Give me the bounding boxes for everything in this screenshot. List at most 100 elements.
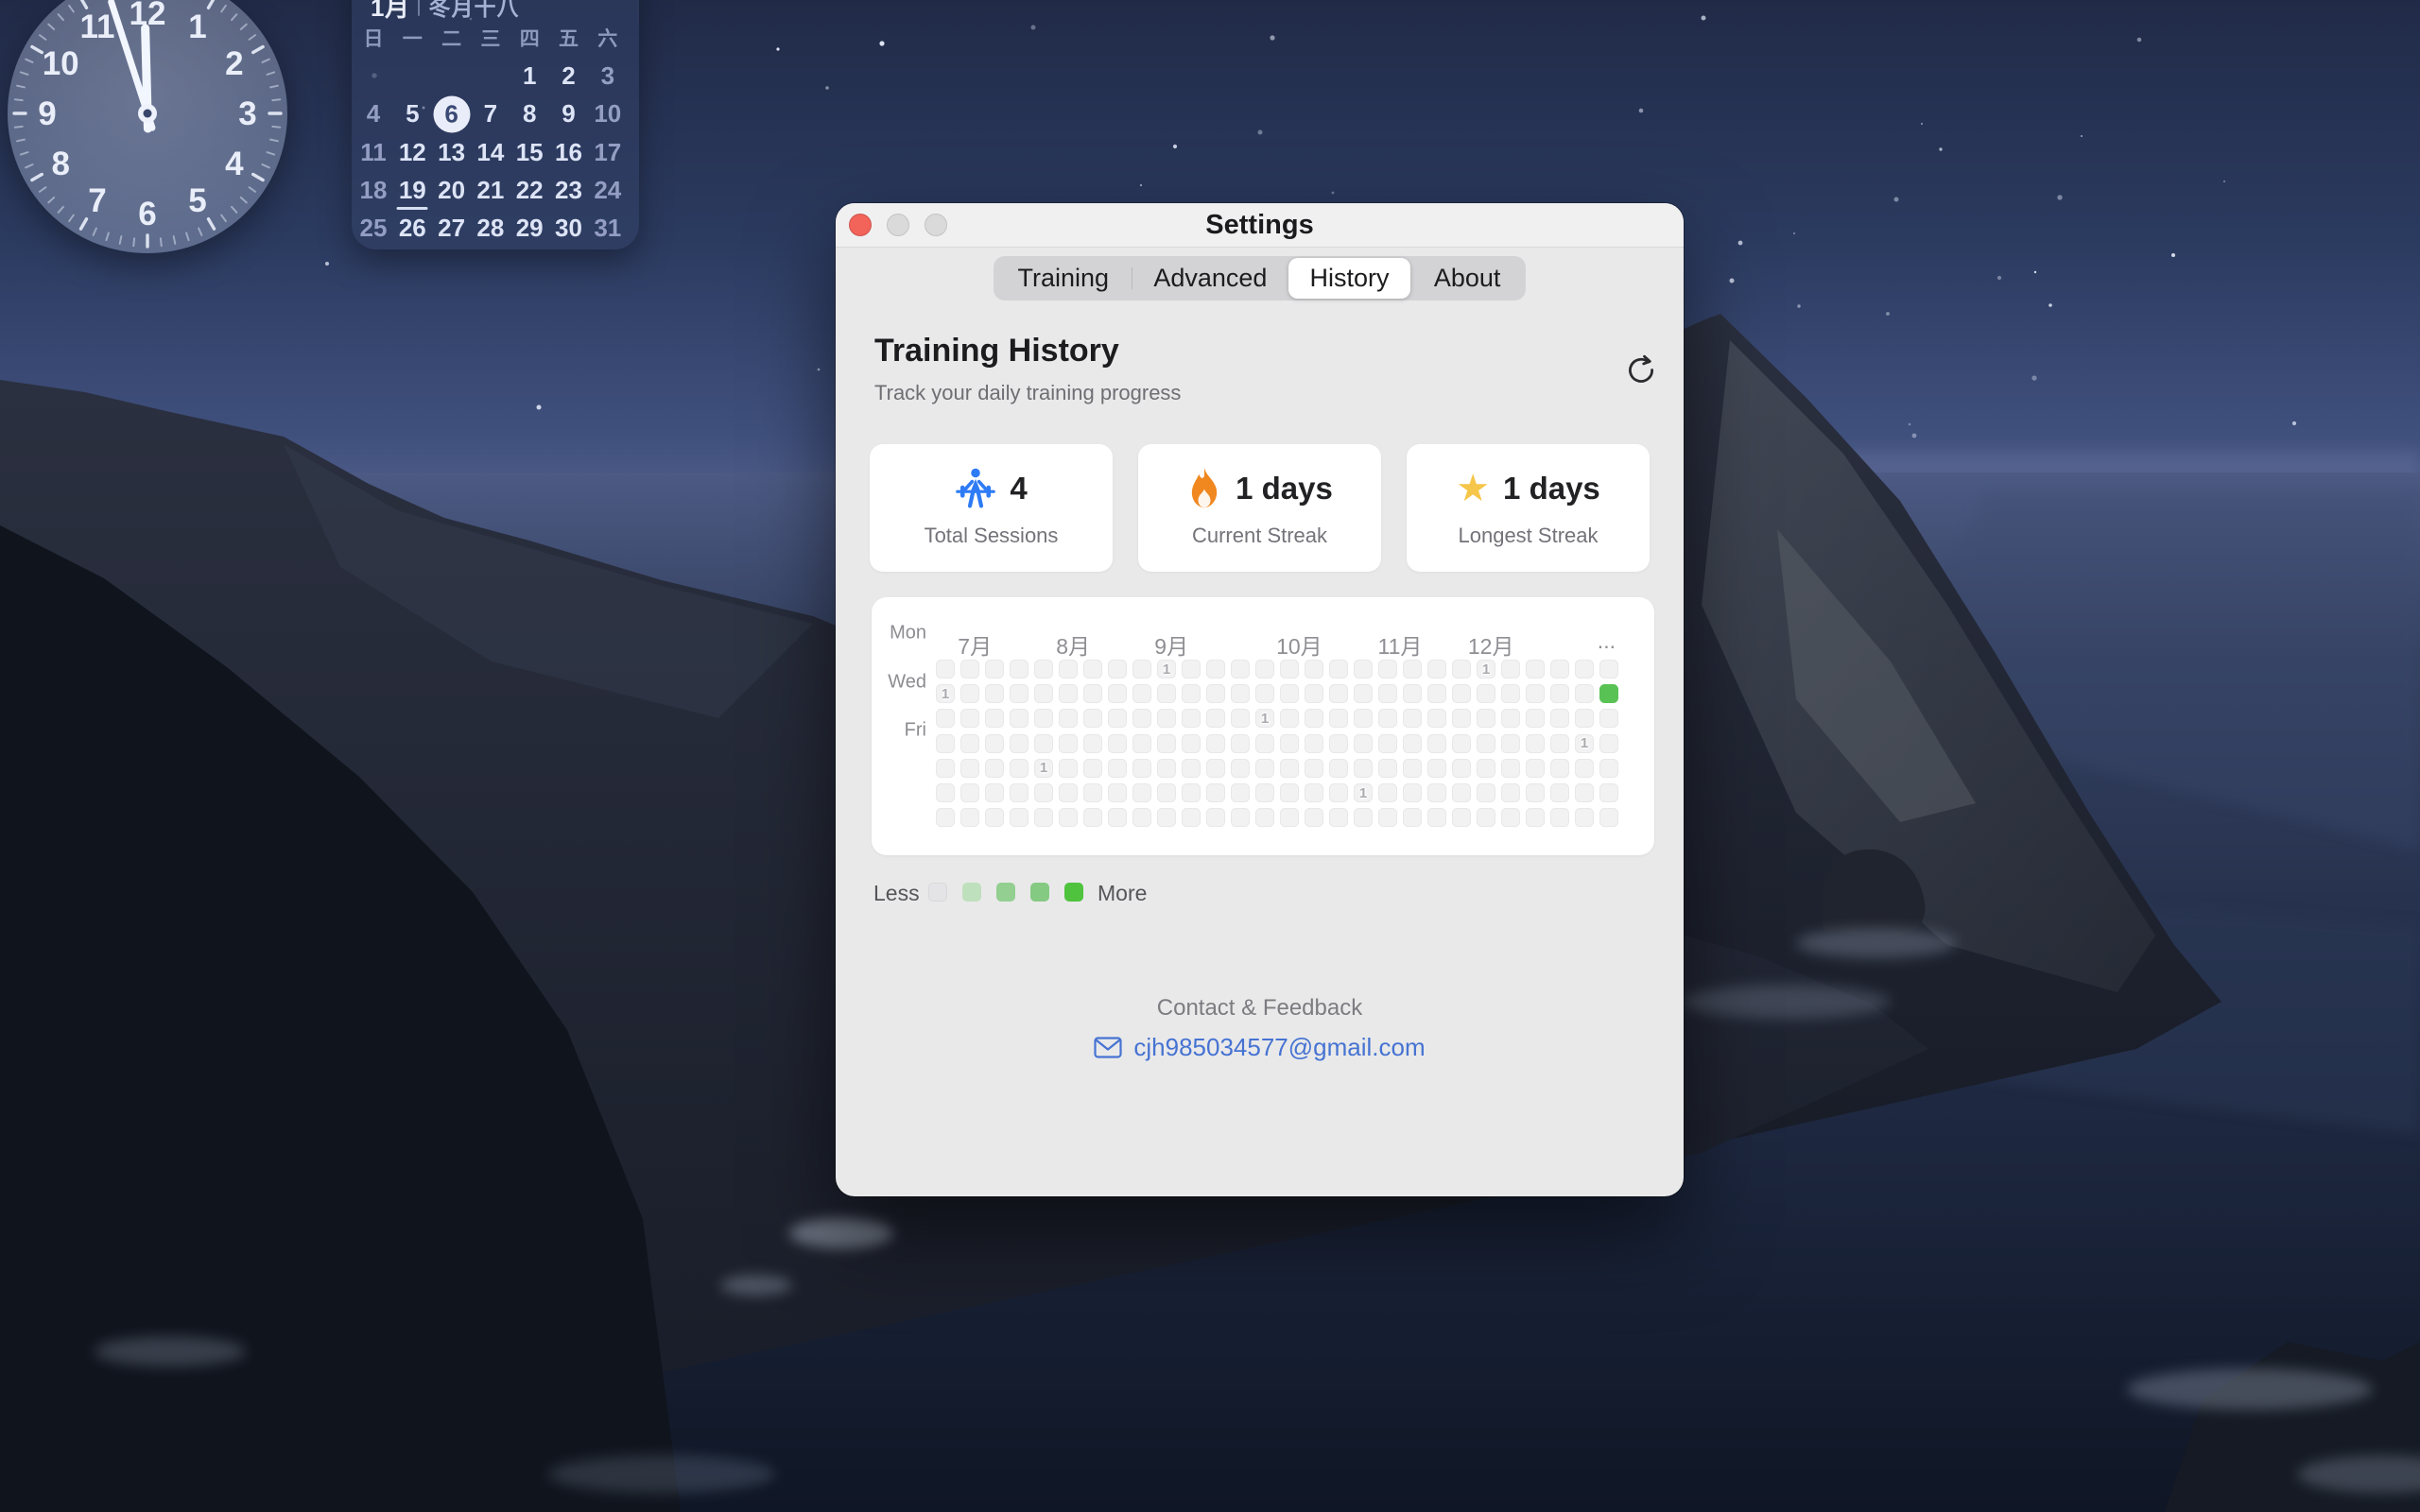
email-link[interactable]: cjh985034577@gmail.com: [836, 1031, 1684, 1063]
heatmap-cell: [1403, 684, 1422, 703]
heatmap-cell: [1157, 734, 1176, 753]
star: [1173, 145, 1177, 148]
heatmap-cell: [1452, 759, 1471, 778]
heatmap-cell: [1231, 709, 1250, 728]
tab-training[interactable]: Training: [995, 258, 1132, 299]
clock-tick: [32, 175, 42, 180]
calendar-day: 5: [393, 97, 431, 131]
heatmap-cell: [936, 808, 955, 827]
heatmap-cell: [1501, 783, 1520, 802]
stat-label: Longest Streak: [1407, 522, 1650, 550]
heatmap-cell: [1010, 808, 1028, 827]
clock-tick: [186, 232, 188, 240]
heatmap-cell: [1599, 808, 1618, 827]
star: [2171, 253, 2175, 257]
heatmap-cell: [1132, 783, 1151, 802]
heatmap-cell: [1255, 783, 1274, 802]
heatmap-cell: [1280, 808, 1299, 827]
heatmap-cell: [1132, 684, 1151, 703]
heatmap-day-label: Fri: [872, 720, 926, 742]
contact-heading: Contact & Feedback: [836, 995, 1684, 1022]
minimize-button[interactable]: [887, 214, 909, 236]
heatmap-cell: [1427, 734, 1446, 753]
heatmap-cell: [1059, 808, 1078, 827]
heatmap-cell: [1182, 709, 1201, 728]
star: [1258, 130, 1263, 135]
heatmap-cell: 1: [936, 684, 955, 703]
calendar-day: 21: [472, 174, 510, 208]
heatmap-cell: [960, 660, 979, 679]
training-heatmap-card: MonWedFri7月8月9月10月11月12月...1111111: [872, 597, 1654, 855]
heatmap-cell: [960, 783, 979, 802]
heatmap-cell: [1452, 808, 1471, 827]
heatmap-cell: [1378, 734, 1397, 753]
heatmap-cell: [1034, 808, 1053, 827]
heatmap-cell: [1550, 709, 1569, 728]
heatmap-cell: [1477, 808, 1495, 827]
window-title: Settings: [836, 203, 1684, 248]
zoom-button[interactable]: [925, 214, 947, 236]
calendar-day: 3: [589, 59, 627, 93]
heatmap-cell: [1378, 684, 1397, 703]
heatmap-cell: [1182, 759, 1201, 778]
calendar-widget[interactable]: 1月 冬月十八 日一二三四五六1234567891011121314151617…: [352, 0, 639, 249]
first-of-month-badge: 1: [1482, 662, 1490, 678]
heatmap-day-label: Mon: [872, 623, 926, 644]
close-button[interactable]: [849, 214, 872, 236]
clock-tick: [69, 215, 74, 221]
stat-top: 1 days: [1138, 467, 1381, 510]
window-titlebar[interactable]: Settings: [836, 203, 1684, 248]
heatmap-cell: 1: [1477, 660, 1495, 679]
tab-history[interactable]: History: [1288, 258, 1411, 299]
heatmap-cell: [1280, 660, 1299, 679]
heatmap-cell: [1329, 759, 1348, 778]
clock-number: 3: [238, 95, 256, 132]
clock-tick: [263, 164, 269, 167]
heatmap-cell: [1034, 783, 1053, 802]
heatmap-cell: [1526, 734, 1545, 753]
heatmap-cell: [1206, 709, 1225, 728]
heatmap-cell: [1231, 734, 1250, 753]
heatmap-cell: [985, 808, 1004, 827]
heatmap-cell: [1427, 759, 1446, 778]
heatmap-cell: [1280, 734, 1299, 753]
heatmap-cell: [1305, 709, 1323, 728]
calendar-day: 7: [472, 97, 510, 131]
heatmap-cell: [1206, 808, 1225, 827]
heatmap-cell: [1550, 808, 1569, 827]
legend-level-3: [1030, 883, 1049, 902]
calendar-weekday-header: 二: [433, 21, 471, 55]
stat-card-total-sessions: 4 Total Sessions: [870, 444, 1113, 572]
heatmap-cell: [1255, 808, 1274, 827]
calendar-day: 20: [433, 174, 471, 208]
heatmap-cell: [1575, 684, 1594, 703]
legend-more-label: More: [1098, 881, 1147, 906]
star: [2292, 421, 2296, 425]
calendar-lunar-label: 冬月十八: [428, 0, 519, 22]
heatmap-cell: [1427, 684, 1446, 703]
heatmap-cell: [1010, 759, 1028, 778]
heatmap-cell: [1452, 734, 1471, 753]
stat-top: ★ 1 days: [1407, 467, 1650, 510]
calendar-weekday-header: 一: [393, 21, 431, 55]
heatmap-cell: [1501, 808, 1520, 827]
tab-about[interactable]: About: [1410, 258, 1524, 299]
heatmap-cell: [1255, 759, 1274, 778]
calendar-month-label: 1月: [371, 0, 409, 24]
clock-widget[interactable]: 123456789101112: [8, 0, 287, 253]
heatmap-cell: [1206, 759, 1225, 778]
heatmap-cell: [1010, 660, 1028, 679]
calendar-day: 4: [354, 97, 392, 131]
heatmap-cell: [1526, 759, 1545, 778]
strength-training-icon: [955, 467, 996, 510]
heatmap-cell: [936, 660, 955, 679]
heatmap-cell: [1083, 759, 1102, 778]
refresh-button[interactable]: [1623, 352, 1659, 388]
heatmap-cell: [1108, 808, 1127, 827]
heatmap-cell: [1157, 684, 1176, 703]
tab-advanced[interactable]: Advanced: [1132, 258, 1288, 299]
clock-tick: [209, 219, 215, 229]
calendar-weekday-header: 四: [510, 21, 548, 55]
legend-level-0: [928, 883, 947, 902]
heatmap-cell: 1: [1255, 709, 1274, 728]
